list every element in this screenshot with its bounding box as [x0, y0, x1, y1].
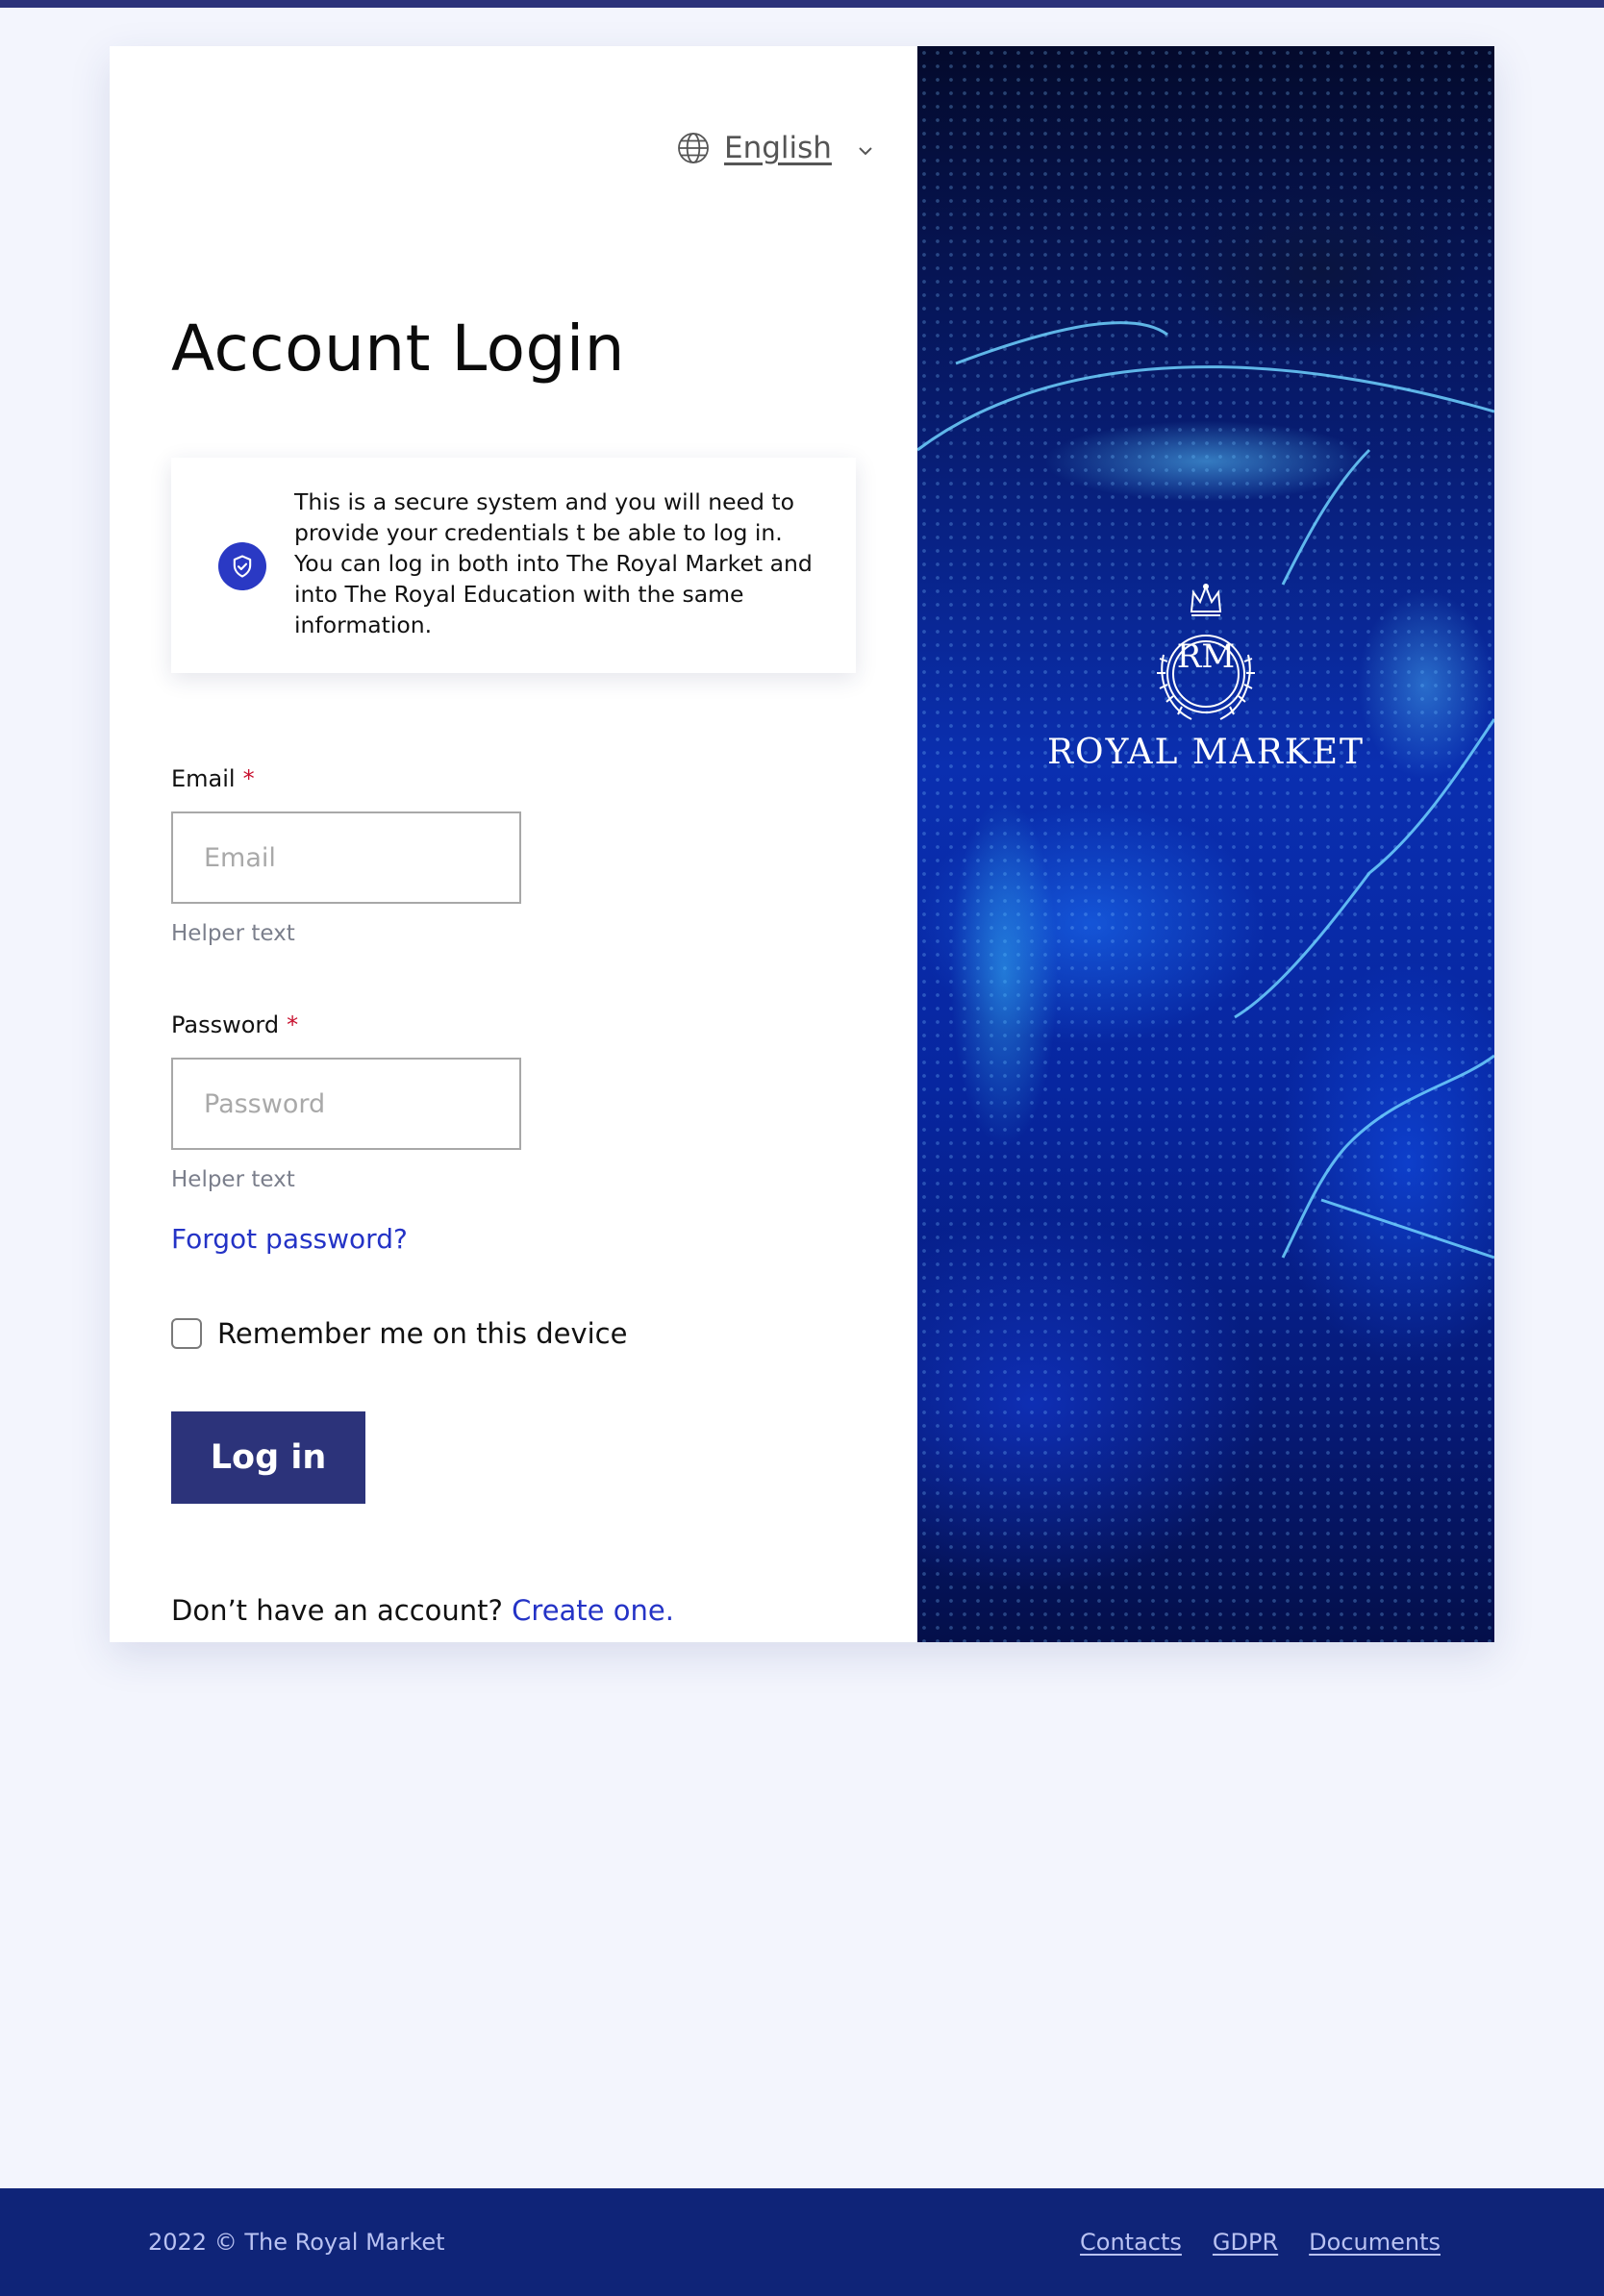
footer-link-documents[interactable]: Documents: [1309, 2229, 1441, 2256]
language-label[interactable]: English: [724, 131, 832, 165]
site-footer: 2022 © The Royal Market Contacts GDPR Do…: [0, 2188, 1604, 2296]
required-mark: *: [287, 1011, 299, 1038]
language-selector[interactable]: English: [676, 131, 874, 165]
footer-link-gdpr[interactable]: GDPR: [1213, 2229, 1278, 2256]
brand-logo: RM ROYAL MARKET: [917, 573, 1494, 772]
footer-link-contacts[interactable]: Contacts: [1080, 2229, 1182, 2256]
signup-prompt-text: Don’t have an account?: [171, 1594, 503, 1627]
password-helper-text: Helper text: [171, 1167, 295, 1192]
footer-links: Contacts GDPR Documents: [1080, 2229, 1441, 2256]
brand-monogram: RM: [1177, 637, 1235, 676]
chevron-down-icon[interactable]: [857, 142, 874, 160]
forgot-password-link[interactable]: Forgot password?: [171, 1223, 408, 1255]
top-accent-bar: [0, 0, 1604, 8]
email-helper-text: Helper text: [171, 921, 295, 946]
email-label-text: Email: [171, 765, 236, 792]
copyright-text: 2022 © The Royal Market: [148, 2229, 445, 2256]
shield-check-icon: [218, 542, 266, 590]
brand-name: ROYAL MARKET: [1046, 733, 1366, 772]
page-title: Account Login: [171, 312, 626, 386]
notice-text: This is a secure system and you will nee…: [294, 488, 813, 638]
remember-me-label: Remember me on this device: [217, 1317, 628, 1350]
hero-image: RM ROYAL MARKET: [917, 46, 1494, 1642]
password-label-text: Password: [171, 1011, 280, 1038]
globe-icon: [678, 133, 709, 163]
security-notice: This is a secure system and you will nee…: [171, 458, 856, 673]
password-field[interactable]: [171, 1058, 521, 1150]
login-panel: English Account Login This is a secure s…: [110, 46, 917, 1642]
email-field[interactable]: [171, 811, 521, 904]
login-button[interactable]: Log in: [171, 1411, 365, 1504]
login-card: English Account Login This is a secure s…: [110, 46, 1494, 1642]
hero-network-lines: [917, 321, 1494, 1260]
create-account-link[interactable]: Create one.: [512, 1594, 674, 1627]
signup-prompt: Don’t have an account? Create one.: [171, 1594, 674, 1627]
password-label: Password *: [171, 1011, 298, 1038]
required-mark: *: [242, 765, 255, 792]
email-label: Email *: [171, 765, 255, 792]
remember-me-option[interactable]: Remember me on this device: [171, 1317, 627, 1350]
monogram-text: RM: [1177, 637, 1235, 676]
remember-me-checkbox[interactable]: [171, 1318, 202, 1349]
